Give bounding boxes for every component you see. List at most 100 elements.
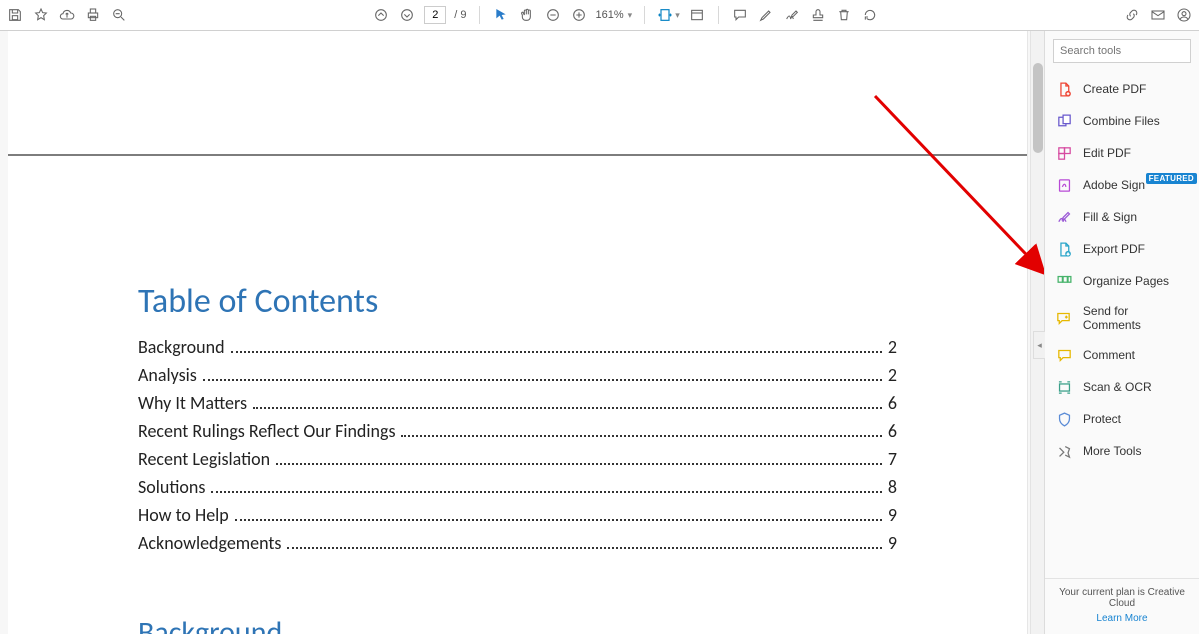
toc-dots (203, 379, 882, 381)
sign-icon[interactable] (783, 6, 801, 24)
tool-edit-pdf[interactable]: Edit PDF (1045, 137, 1199, 169)
tool-label: Send for Comments (1083, 304, 1189, 332)
page-down-icon[interactable] (398, 6, 416, 24)
rotate-icon[interactable] (861, 6, 879, 24)
toc-entry[interactable]: Background2 (138, 336, 897, 358)
tool-send-comments[interactable]: Send for Comments (1045, 297, 1199, 339)
email-icon[interactable] (1149, 6, 1167, 24)
learn-more-link[interactable]: Learn More (1055, 613, 1189, 624)
page-number-input[interactable] (424, 6, 446, 24)
star-icon[interactable] (32, 6, 50, 24)
page-total-label: / 9 (454, 9, 466, 21)
top-toolbar: / 9 161% ▾ ▾ (0, 0, 1199, 31)
toc-heading: Table of Contents (138, 281, 897, 322)
toc-entry-page: 8 (888, 476, 897, 498)
export-pdf-icon (1055, 240, 1073, 258)
tool-label: Organize Pages (1083, 274, 1169, 288)
scrollbar-thumb[interactable] (1033, 63, 1043, 153)
tool-label: Protect (1083, 412, 1121, 426)
tool-more-tools[interactable]: More Tools (1045, 435, 1199, 467)
scan-ocr-icon (1055, 378, 1073, 396)
tool-label: Export PDF (1083, 242, 1145, 256)
tool-label: Fill & Sign (1083, 210, 1137, 224)
tool-create-pdf[interactable]: Create PDF (1045, 73, 1199, 105)
toc-entry-page: 9 (888, 532, 897, 554)
account-icon[interactable] (1175, 6, 1193, 24)
combine-files-icon (1055, 112, 1073, 130)
tool-adobe-sign[interactable]: Adobe SignFEATURED (1045, 169, 1199, 201)
toc-dots (276, 463, 882, 465)
save-icon[interactable] (6, 6, 24, 24)
highlight-icon[interactable] (757, 6, 775, 24)
tool-scan-ocr[interactable]: Scan & OCR (1045, 371, 1199, 403)
tool-label: More Tools (1083, 444, 1141, 458)
organize-pages-icon (1055, 272, 1073, 290)
send-comments-icon (1055, 309, 1073, 327)
tool-fill-sign[interactable]: Fill & Sign (1045, 201, 1199, 233)
toc-dots (401, 435, 881, 437)
tool-combine-files[interactable]: Combine Files (1045, 105, 1199, 137)
tool-label: Edit PDF (1083, 146, 1131, 160)
adobe-sign-icon (1055, 176, 1073, 194)
toc-entry[interactable]: Recent Rulings Reflect Our Findings6 (138, 420, 897, 442)
tool-list: Create PDF Combine Files Edit PDF Adobe Sig… (1045, 71, 1199, 469)
toc-entry[interactable]: Analysis 2 (138, 364, 897, 386)
read-mode-icon[interactable] (688, 6, 706, 24)
cloud-upload-icon[interactable] (58, 6, 76, 24)
document-viewport[interactable]: Table of Contents Background2 Analysis 2 Wh… (0, 31, 1044, 634)
fill-sign-icon (1055, 208, 1073, 226)
edit-pdf-icon (1055, 144, 1073, 162)
toc-entry-label: Analysis (138, 364, 197, 386)
search-tools-input[interactable] (1053, 39, 1191, 63)
trash-icon[interactable] (835, 6, 853, 24)
hand-pan-icon[interactable] (518, 6, 536, 24)
toc-entry-label: Solutions (138, 476, 205, 498)
tool-export-pdf[interactable]: Export PDF (1045, 233, 1199, 265)
toc-entry-label: Recent Rulings Reflect Our Findings (138, 420, 395, 442)
tool-organize-pages[interactable]: Organize Pages (1045, 265, 1199, 297)
toc-entry[interactable]: Why It Matters 6 (138, 392, 897, 414)
zoom-level-dropdown[interactable]: 161% ▾ (596, 9, 633, 21)
toc-entry-label: Acknowledgements (138, 532, 281, 554)
chevron-down-icon: ▾ (675, 10, 680, 21)
toc-entry-page: 2 (888, 364, 897, 386)
zoom-out-icon[interactable] (544, 6, 562, 24)
tools-panel: ◂ Create PDFCombine FilesEdit PDFAdobe S… (1044, 31, 1199, 634)
zoom-level-value: 161% (596, 9, 624, 21)
comment-icon (1055, 346, 1073, 364)
comment-icon[interactable] (731, 6, 749, 24)
featured-badge: FEATURED (1146, 173, 1197, 184)
toc-entry-page: 2 (888, 336, 897, 358)
toc-entry-label: Why It Matters (138, 392, 247, 414)
print-icon[interactable] (84, 6, 102, 24)
tool-label: Create PDF (1083, 82, 1146, 96)
chevron-down-icon: ▾ (628, 10, 633, 21)
toc-dots (211, 491, 882, 493)
zoom-out-glass-icon[interactable] (110, 6, 128, 24)
share-link-icon[interactable] (1123, 6, 1141, 24)
stamp-icon[interactable] (809, 6, 827, 24)
tool-label: Scan & OCR (1083, 380, 1152, 394)
toc-entry-label: Recent Legislation (138, 448, 270, 470)
toc-entry-page: 6 (888, 392, 897, 414)
toc-entry-label: How to Help (138, 504, 229, 526)
select-arrow-icon[interactable] (492, 6, 510, 24)
page-up-icon[interactable] (372, 6, 390, 24)
toc-entry-page: 7 (888, 448, 897, 470)
toc-entry[interactable]: Acknowledgements 9 (138, 532, 897, 554)
tool-protect[interactable]: Protect (1045, 403, 1199, 435)
toc-dots (231, 351, 882, 353)
collapse-panel-tab[interactable]: ◂ (1033, 331, 1045, 359)
tool-label: Comment (1083, 348, 1135, 362)
zoom-in-icon[interactable] (570, 6, 588, 24)
plan-text: Your current plan is Creative Cloud (1055, 587, 1189, 609)
toc-entry[interactable]: How to Help9 (138, 504, 897, 526)
plan-footer: Your current plan is Creative Cloud Lear… (1045, 578, 1199, 634)
tool-comment[interactable]: Comment (1045, 339, 1199, 371)
toc-entry[interactable]: Solutions 8 (138, 476, 897, 498)
toc-dots (235, 519, 882, 521)
toc-dots (287, 547, 881, 549)
fit-width-dropdown[interactable]: ▾ (657, 7, 680, 23)
toc-list: Background2 Analysis 2 Why It Matters 6 Recen… (138, 336, 897, 554)
toc-entry[interactable]: Recent Legislation 7 (138, 448, 897, 470)
